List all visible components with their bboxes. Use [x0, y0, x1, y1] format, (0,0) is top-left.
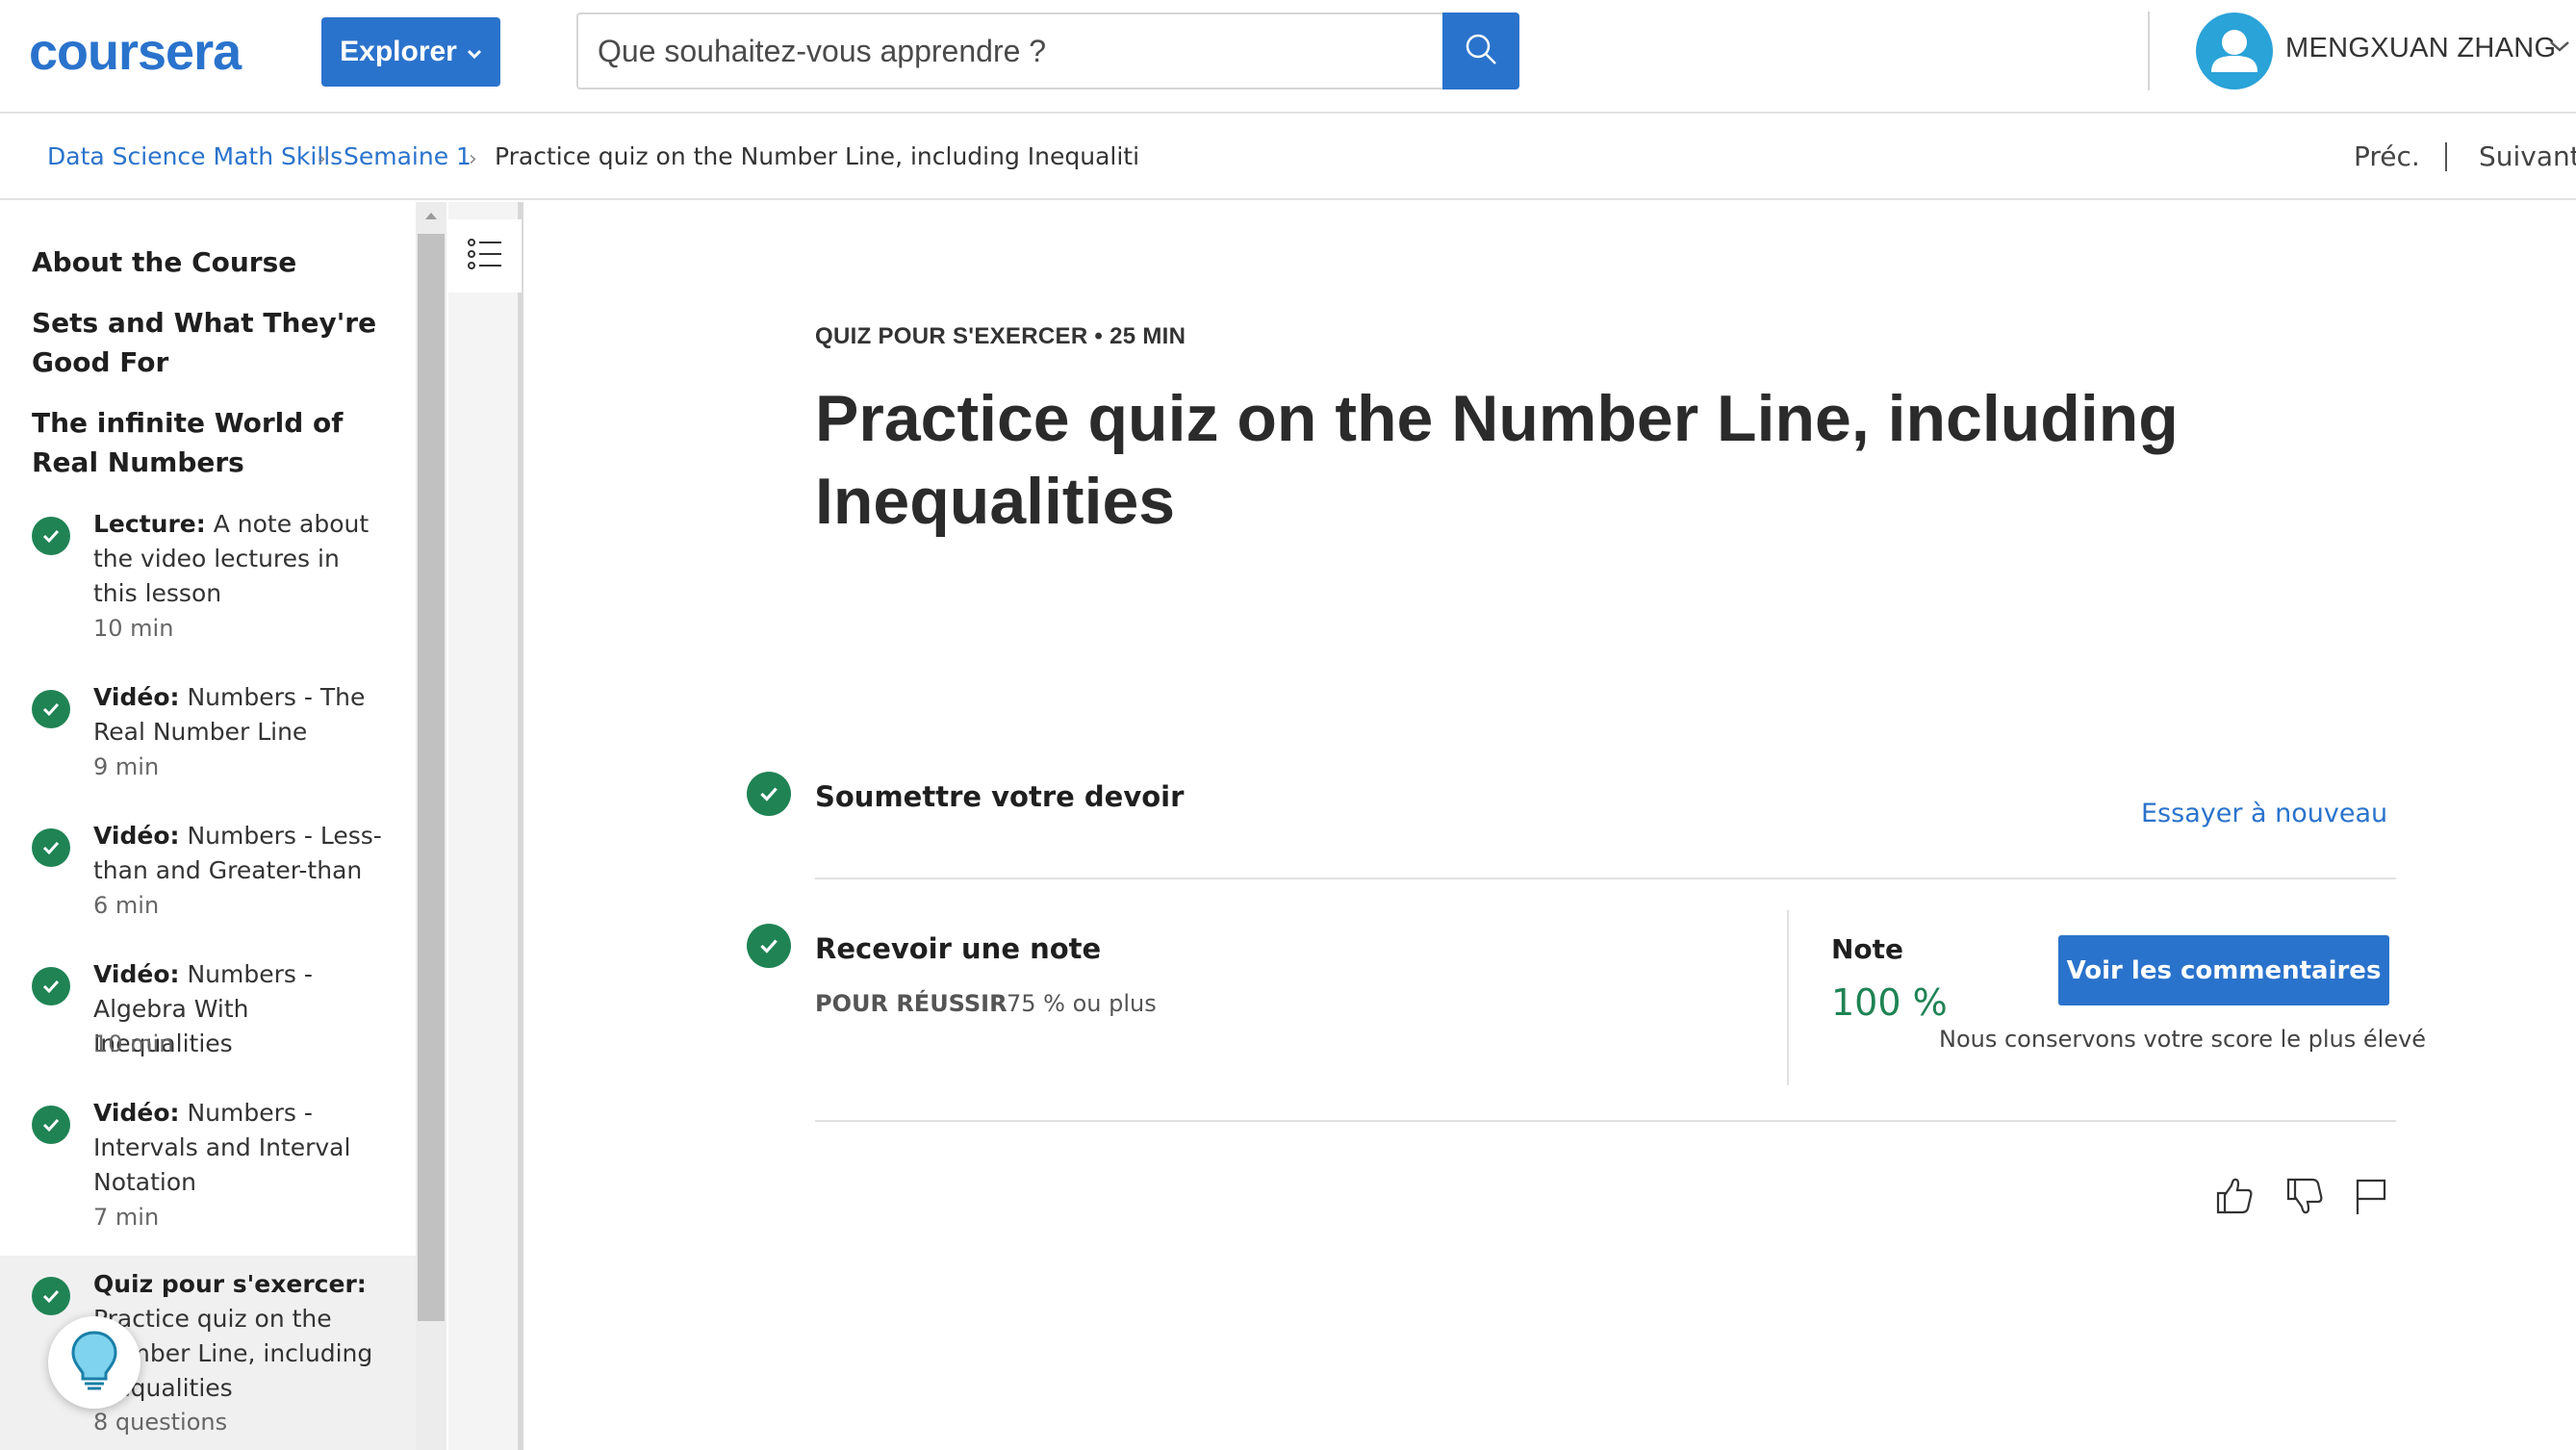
sidebar-heading-about[interactable]: About the Course: [32, 242, 378, 282]
chevron-right-icon: ›: [318, 147, 326, 171]
thumbs-down-icon[interactable]: [2281, 1172, 2329, 1220]
explore-button[interactable]: Explorer: [321, 17, 500, 87]
next-link[interactable]: Suivant: [2479, 140, 2576, 172]
coursera-logo[interactable]: coursera: [29, 25, 242, 79]
quiz-meta: QUIZ POUR S'EXERCER • 25 MIN: [815, 323, 1186, 349]
hint-button[interactable]: [48, 1316, 140, 1409]
page-title: Practice quiz on the Number Line, includ…: [815, 382, 2179, 538]
user-name[interactable]: MENGXUAN ZHANG: [2285, 33, 2556, 64]
lesson-type: Lecture:: [93, 510, 206, 538]
lesson-text: Lecture: A note about the video lectures…: [93, 507, 382, 611]
lesson-duration: 10 min: [93, 615, 174, 642]
pass-value: 75 % ou plus: [1007, 990, 1157, 1017]
lesson-type: Quiz pour s'exercer:: [93, 1270, 367, 1298]
breadcrumb: Data Science Math Skills › Semaine 1 › P…: [0, 114, 2576, 200]
retry-link[interactable]: Essayer à nouveau: [2141, 799, 2387, 828]
toc-rail: [448, 202, 523, 1450]
lesson-text: Vidéo: Numbers - The Real Number Line: [93, 680, 382, 750]
list-icon: [467, 236, 503, 276]
thumbs-up-icon[interactable]: [2210, 1172, 2258, 1220]
check-icon: [747, 924, 791, 968]
lesson-type: Vidéo:: [93, 822, 180, 850]
view-feedback-button[interactable]: Voir les commentaires: [2058, 935, 2389, 1005]
search-box: [576, 13, 1442, 89]
check-icon: [32, 1106, 70, 1144]
vertical-divider: [1787, 910, 1789, 1085]
scroll-up-arrow-icon[interactable]: [416, 204, 446, 227]
lightbulb-icon: [65, 1329, 123, 1396]
prev-link[interactable]: Préc.: [2354, 140, 2420, 172]
breadcrumb-week-link[interactable]: Semaine 1: [344, 142, 472, 171]
top-header: coursera Explorer MENGXUAN ZHANG: [0, 0, 2576, 114]
sidebar-heading-sets[interactable]: Sets and What They're Good For: [32, 303, 378, 382]
chevron-right-icon: ›: [469, 147, 477, 171]
sidebar-heading-real-numbers[interactable]: The infinite World of Real Numbers: [32, 403, 378, 482]
scrollbar-thumb[interactable]: [418, 234, 445, 1321]
course-sidebar: About the Course Sets and What They're G…: [0, 202, 416, 1450]
lesson-text: Vidéo: Numbers - Less-than and Greater-t…: [93, 819, 382, 888]
lesson-duration: 7 min: [93, 1204, 160, 1231]
chevron-down-icon: [467, 43, 482, 65]
lesson-type: Vidéo:: [93, 1099, 180, 1127]
breadcrumb-course-link[interactable]: Data Science Math Skills: [47, 142, 343, 171]
search-input[interactable]: [578, 14, 1442, 88]
explore-button-label: Explorer: [340, 36, 457, 67]
lesson-type: Vidéo:: [93, 683, 180, 711]
sidebar-lesson[interactable]: Vidéo: Numbers - Less-than and Greater-t…: [0, 807, 416, 942]
lesson-question-count: 8 questions: [93, 1409, 228, 1436]
toc-toggle-button[interactable]: [448, 219, 522, 293]
search-icon: [1464, 32, 1498, 70]
breadcrumb-current: Practice quiz on the Number Line, includ…: [495, 142, 1140, 170]
keep-score-note: Nous conservons votre score le plus élev…: [1939, 1026, 2427, 1053]
check-icon: [747, 772, 791, 816]
lesson-duration: 10 min: [93, 1030, 174, 1057]
lesson-duration: 9 min: [93, 753, 160, 780]
flag-icon[interactable]: [2346, 1172, 2394, 1220]
lesson-type: Vidéo:: [93, 960, 180, 988]
divider: [815, 1120, 2396, 1122]
submit-step-title: Soumettre votre devoir: [815, 780, 1185, 813]
avatar[interactable]: [2196, 13, 2273, 89]
divider: [815, 878, 2396, 879]
check-icon: [32, 967, 70, 1005]
grade-step-title: Recevoir une note: [815, 932, 1102, 965]
grade-label: Note: [1831, 933, 1904, 965]
lesson-duration: 6 min: [93, 892, 160, 919]
search-button[interactable]: [1442, 13, 1519, 89]
chevron-down-icon[interactable]: [2548, 38, 2571, 58]
check-icon: [32, 690, 70, 728]
grade-value: 100 %: [1831, 981, 1948, 1024]
sidebar-lesson[interactable]: Lecture: A note about the video lectures…: [0, 496, 416, 664]
check-icon: [32, 1277, 70, 1315]
sidebar-lesson[interactable]: Vidéo: Numbers - Algebra With Inequaliti…: [0, 946, 416, 1081]
sidebar-lesson[interactable]: Vidéo: Numbers - Intervals and Interval …: [0, 1084, 416, 1253]
lesson-text: Vidéo: Numbers - Intervals and Interval …: [93, 1096, 382, 1200]
sidebar-lesson[interactable]: Vidéo: Numbers - The Real Number Line 9 …: [0, 669, 416, 803]
header-divider: [2148, 12, 2150, 90]
check-icon: [32, 828, 70, 867]
user-icon: [2211, 30, 2257, 72]
lesson-text: Quiz pour s'exercer: Practice quiz on th…: [93, 1267, 382, 1406]
pass-label: POUR RÉUSSIR: [815, 990, 1007, 1017]
prev-next-divider: [2445, 142, 2447, 171]
check-icon: [32, 517, 70, 555]
